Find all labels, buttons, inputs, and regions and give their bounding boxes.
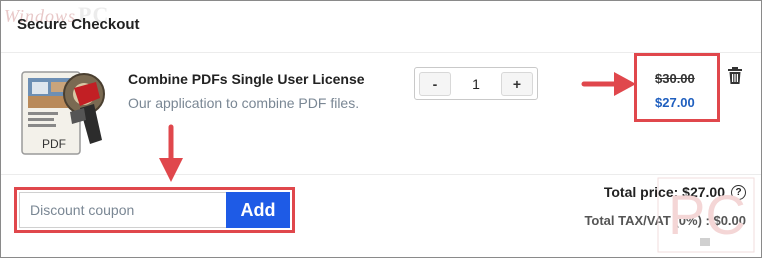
arrow-down-annotation — [159, 124, 183, 182]
discounted-price: $27.00 — [655, 95, 695, 110]
arrow-right-annotation — [581, 72, 636, 96]
decrement-button[interactable]: - — [419, 71, 451, 96]
price-highlight-box — [634, 53, 720, 122]
product-name: Combine PDFs Single User License — [128, 71, 365, 87]
pdf-label: PDF — [42, 137, 66, 151]
quantity-value[interactable]: 1 — [455, 76, 497, 92]
quantity-stepper[interactable]: - 1 + — [414, 67, 538, 100]
original-price: $30.00 — [655, 71, 695, 86]
section-divider — [1, 174, 761, 175]
product-description: Our application to combine PDF files. — [128, 95, 360, 111]
increment-button[interactable]: + — [501, 71, 533, 96]
discount-coupon-input[interactable] — [19, 192, 226, 228]
product-image: PDF — [21, 71, 105, 155]
page-title: Secure Checkout — [17, 16, 140, 33]
add-coupon-button[interactable]: Add — [226, 192, 290, 228]
watermark-badge: PC — [657, 177, 755, 253]
watermark-letters: PC — [668, 183, 746, 246]
trash-icon[interactable] — [727, 67, 743, 85]
